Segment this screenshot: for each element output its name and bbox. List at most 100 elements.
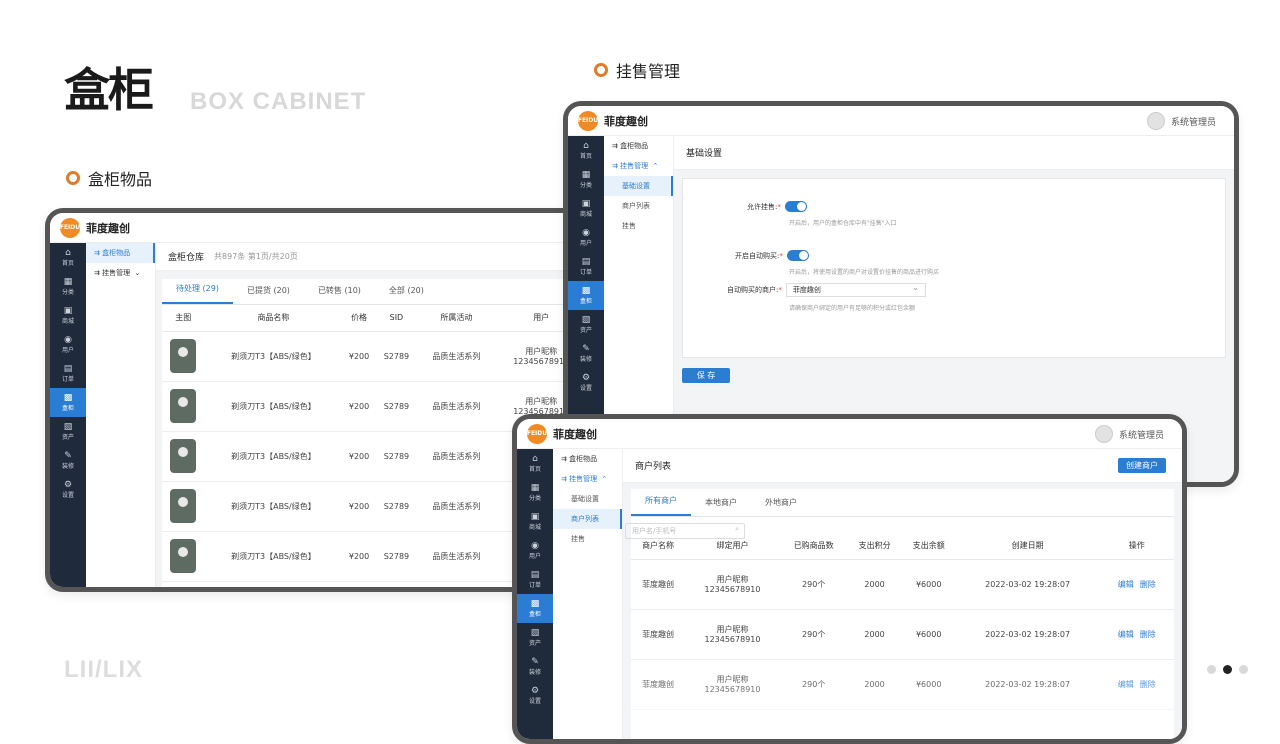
create-merchant-button[interactable]: 创建商户: [1118, 458, 1166, 473]
submenu-item-merchant-list[interactable]: 商户列表: [604, 196, 673, 216]
rail-item-home[interactable]: ⌂ 首页: [50, 243, 86, 272]
cell-price: ¥200: [342, 431, 376, 482]
tab-2[interactable]: 已转售 (10): [304, 285, 375, 304]
rail-item-shop[interactable]: ▣ 商城: [568, 194, 604, 223]
product-image-cell: [162, 381, 205, 432]
search-input[interactable]: 用户名/手机号 ⌕: [625, 523, 745, 539]
column-header: SID: [375, 305, 418, 332]
submenu-item-sale[interactable]: 挂售: [604, 216, 673, 236]
product-image: [170, 439, 197, 473]
rail-item-brush[interactable]: ✎ 装修: [568, 339, 604, 368]
auto-buy-toggle[interactable]: [786, 250, 809, 261]
rail-item-label: 订单: [61, 376, 74, 383]
brand-logo-icon: FEIDU: [527, 423, 547, 444]
order-icon: ▤: [581, 257, 591, 267]
rail-item-asset[interactable]: ▧ 资产: [517, 623, 553, 652]
rail-item-settings[interactable]: ⚙ 设置: [50, 475, 86, 504]
delete-link[interactable]: 删除: [1140, 580, 1156, 589]
rail-item-brush[interactable]: ✎ 装修: [50, 446, 86, 475]
tab-1[interactable]: 本地商户: [691, 497, 751, 516]
ring-icon: [594, 63, 608, 77]
submenu-item-base-settings[interactable]: 基础设置: [553, 489, 622, 509]
rail-item-user[interactable]: ◉ 用户: [568, 223, 604, 252]
rail-item-settings[interactable]: ⚙ 设置: [517, 681, 553, 710]
rail-item-order[interactable]: ▤ 订单: [517, 565, 553, 594]
rail-item-shop[interactable]: ▣ 商城: [50, 301, 86, 330]
merchant-select[interactable]: 菲度趣创: [785, 283, 926, 297]
rail-item-box[interactable]: ▩ 盒柜: [50, 388, 86, 417]
table-row[interactable]: 菲度趣创用户昵称12345678910290个2000¥60002022-03-…: [631, 609, 1174, 660]
home-icon: ⌂: [532, 454, 538, 464]
cell-name: 剃须刀T3【ABS/绿色】: [204, 381, 343, 432]
cell-name: 菲度趣创: [631, 559, 686, 610]
cell-sid: S2789: [375, 431, 418, 482]
pager-dot[interactable]: [1239, 665, 1248, 674]
user-phone: 12345678910: [704, 585, 761, 594]
rail-item-label: 资产: [579, 327, 592, 334]
cell-price: ¥200: [342, 381, 376, 432]
submenu-item-sale-manage[interactable]: ⇉ 挂售管理 ⌃: [553, 469, 622, 489]
rail-item-home[interactable]: ⌂ 首页: [517, 449, 553, 478]
tab-3[interactable]: 全部 (20): [375, 285, 438, 304]
save-button[interactable]: 保 存: [682, 368, 730, 383]
page-header: 基础设置: [674, 136, 1234, 170]
delete-link[interactable]: 删除: [1140, 630, 1156, 639]
home-icon: ⌂: [583, 141, 589, 151]
rail-item-label: 订单: [528, 582, 541, 589]
edit-link[interactable]: 编辑: [1118, 630, 1134, 639]
rail-item-label: 盒柜: [528, 611, 541, 618]
pager-dots: [1207, 665, 1248, 674]
tab-0[interactable]: 所有商户: [631, 495, 691, 516]
rail-item-asset[interactable]: ▧ 资产: [50, 417, 86, 446]
tab-1[interactable]: 已提货 (20): [233, 285, 304, 304]
tab-0[interactable]: 待处理 (29): [162, 283, 233, 304]
cell-activity: 品质生活系列: [417, 331, 496, 382]
submenu-item-sale-manage[interactable]: ⇉ 挂售管理 ⌄: [86, 263, 155, 283]
cell-price: ¥200: [342, 531, 376, 582]
rail-item-settings[interactable]: ⚙ 设置: [568, 368, 604, 397]
rail-item-category[interactable]: ▦ 分类: [517, 478, 553, 507]
rail-item-order[interactable]: ▤ 订单: [568, 252, 604, 281]
rail-item-label: 用户: [528, 553, 541, 560]
submenu-item-box-items[interactable]: ⇉ 盒柜物品: [604, 136, 673, 156]
tab-2[interactable]: 外地商户: [751, 497, 811, 516]
allow-sale-toggle[interactable]: [784, 201, 807, 212]
table-row[interactable]: 菲度趣创用户昵称12345678910290个2000¥60002022-03-…: [631, 559, 1174, 610]
admin-menu[interactable]: 系统管理员: [1146, 106, 1216, 136]
rail-item-box[interactable]: ▩ 盒柜: [568, 281, 604, 310]
order-icon: ▤: [63, 364, 73, 374]
brand-name: 菲度趣创: [553, 427, 597, 441]
rail-item-box[interactable]: ▩ 盒柜: [517, 594, 553, 623]
rail-item-asset[interactable]: ▧ 资产: [568, 310, 604, 339]
submenu-item-box-items[interactable]: ⇉ 盒柜物品: [553, 449, 622, 469]
submenu-item-box-items[interactable]: ⇉ 盒柜物品: [86, 243, 155, 263]
rail-item-category[interactable]: ▦ 分类: [50, 272, 86, 301]
page-title: 商户列表: [635, 462, 672, 472]
rail-item-order[interactable]: ▤ 订单: [50, 359, 86, 388]
rail-item-label: 用户: [579, 240, 592, 247]
rail-item-home[interactable]: ⌂ 首页: [568, 136, 604, 165]
rail-item-category[interactable]: ▦ 分类: [568, 165, 604, 194]
rail-item-label: 首页: [61, 260, 74, 267]
rail-item-brush[interactable]: ✎ 装修: [517, 652, 553, 681]
pager-dot-active[interactable]: [1223, 665, 1232, 674]
main-content: 商户列表 创建商户 所有商户 本地商户 外地商户 用户名/手机号 ⌕ 商户名称 绑定用户…: [623, 449, 1182, 739]
submenu-item-base-settings[interactable]: 基础设置: [604, 176, 673, 196]
rail-item-user[interactable]: ◉ 用户: [517, 536, 553, 565]
rail-item-label: 资产: [528, 640, 541, 647]
submenu-item-merchant-list[interactable]: 商户列表: [553, 509, 622, 529]
admin-menu[interactable]: 系统管理员: [1094, 419, 1164, 449]
cell-sid: S2789: [375, 331, 418, 382]
product-image: [170, 389, 197, 423]
topbar: FEIDU 菲度趣创: [50, 213, 600, 243]
page-header: 盒柜仓库 共897条 第1页/共20页: [156, 243, 600, 271]
table-row[interactable]: 剃须刀T3【ABS/绿色】 ¥200 S2789 品质生活系列 用户昵称 12345678…: [162, 331, 600, 382]
product-image-cell: [162, 531, 205, 582]
submenu-item-sale[interactable]: 挂售: [553, 529, 622, 549]
cell-name: 剃须刀T3【ABS/绿色】: [204, 431, 343, 482]
rail-item-shop[interactable]: ▣ 商城: [517, 507, 553, 536]
submenu-item-sale-manage[interactable]: ⇉ 挂售管理 ⌃: [604, 156, 673, 176]
rail-item-user[interactable]: ◉ 用户: [50, 330, 86, 359]
edit-link[interactable]: 编辑: [1118, 580, 1134, 589]
pager-dot[interactable]: [1207, 665, 1216, 674]
